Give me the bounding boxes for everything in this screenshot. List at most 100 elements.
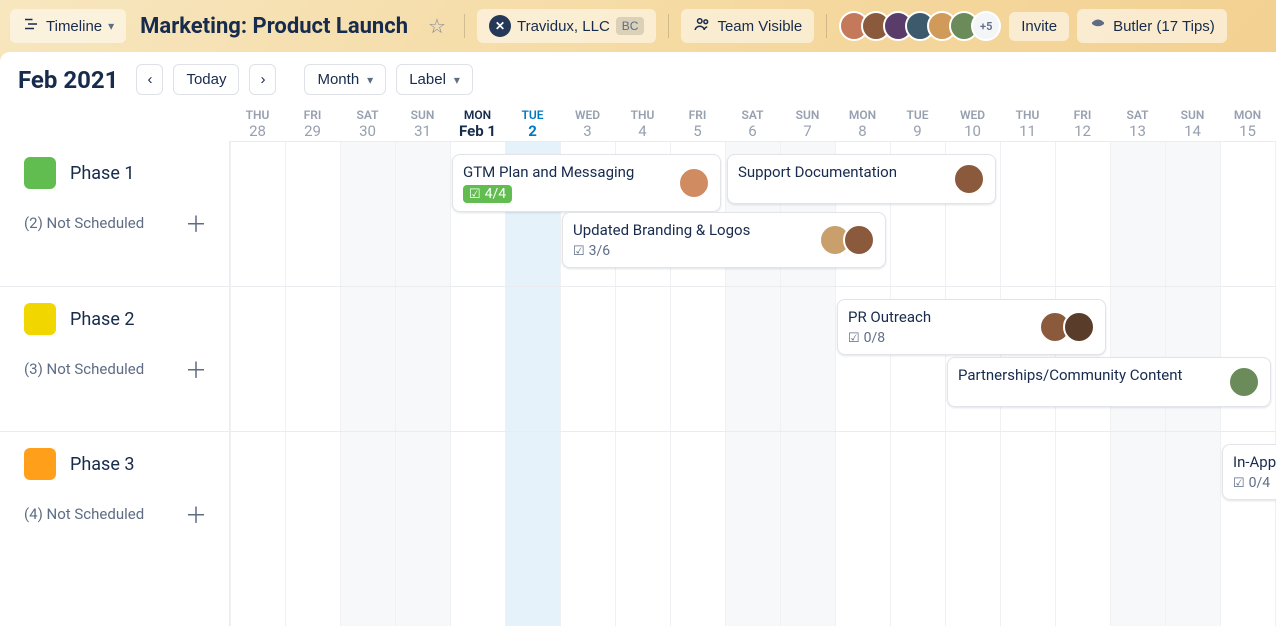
- day-header: SUN31: [395, 105, 450, 141]
- avatar[interactable]: [953, 163, 985, 195]
- chevron-right-icon: ›: [260, 71, 265, 88]
- today-button[interactable]: Today: [173, 64, 239, 95]
- checklist-badge: ☑0/4: [1233, 475, 1270, 491]
- lane-unscheduled[interactable]: (4) Not Scheduled: [24, 505, 144, 523]
- day-header: THU28: [230, 105, 285, 141]
- checklist-icon: ☑: [573, 244, 585, 259]
- divider: [464, 14, 465, 38]
- timeline-card[interactable]: GTM Plan and Messaging ☑4/4: [452, 154, 721, 212]
- avatar[interactable]: [843, 224, 875, 256]
- view-switcher-label: Timeline: [46, 18, 102, 35]
- lane-header: Phase 3(4) Not Scheduled＋: [0, 431, 229, 626]
- checklist-icon: ☑: [469, 187, 481, 202]
- day-header: SAT6: [725, 105, 780, 141]
- chevron-down-icon: ▾: [367, 73, 373, 87]
- view-switcher[interactable]: Timeline ▾: [10, 9, 126, 43]
- butler-button[interactable]: Butler (17 Tips): [1077, 9, 1227, 43]
- day-header: FRI5: [670, 105, 725, 141]
- board-members[interactable]: +5: [839, 11, 1001, 41]
- avatar[interactable]: [1228, 366, 1260, 398]
- lane-unscheduled[interactable]: (3) Not Scheduled: [24, 360, 144, 378]
- add-card-button[interactable]: ＋: [177, 498, 215, 530]
- card-title: Updated Branding & Logos: [573, 221, 811, 239]
- day-header: SAT13: [1110, 105, 1165, 141]
- board-header: Timeline ▾ Marketing: Product Launch ☆ ✕…: [0, 0, 1276, 52]
- day-header: SUN14: [1165, 105, 1220, 141]
- divider: [826, 14, 827, 38]
- checklist-icon: ☑: [848, 331, 860, 346]
- timeline-card[interactable]: Support Documentation: [727, 154, 996, 204]
- visibility-button[interactable]: Team Visible: [681, 9, 814, 43]
- lane-header: Phase 1(2) Not Scheduled＋: [0, 141, 229, 286]
- avatar[interactable]: [678, 167, 710, 199]
- day-header: SUN7: [780, 105, 835, 141]
- checklist-icon: ☑: [1233, 476, 1245, 491]
- card-title: GTM Plan and Messaging: [463, 163, 670, 181]
- chevron-left-icon: ‹: [147, 71, 152, 88]
- lane-color-swatch: [24, 157, 56, 189]
- card-title: PR Outreach: [848, 308, 1031, 326]
- day-header: TUE2: [505, 105, 560, 141]
- board-title[interactable]: Marketing: Product Launch: [134, 14, 414, 39]
- day-header: SAT30: [340, 105, 395, 141]
- checklist-badge: ☑0/8: [848, 330, 885, 346]
- star-icon[interactable]: ☆: [422, 14, 452, 38]
- invite-label: Invite: [1021, 18, 1057, 35]
- workspace-logo-icon: ✕: [489, 15, 511, 37]
- calendar-header: THU28FRI29SAT30SUN31MONFeb 1TUE2WED3THU4…: [0, 105, 1276, 141]
- day-header: WED3: [560, 105, 615, 141]
- checklist-badge: ☑3/6: [573, 243, 610, 259]
- timeline-icon: [22, 15, 40, 37]
- lane-unscheduled[interactable]: (2) Not Scheduled: [24, 214, 144, 232]
- timeline-grid[interactable]: GTM Plan and Messaging ☑4/4 Support Docume…: [230, 141, 1276, 626]
- team-icon: [693, 15, 711, 37]
- invite-button[interactable]: Invite: [1009, 12, 1069, 41]
- card-members: [678, 167, 710, 199]
- timeline-lane: GTM Plan and Messaging ☑4/4 Support Docume…: [230, 141, 1276, 286]
- day-header: MON8: [835, 105, 890, 141]
- day-header: WED10: [945, 105, 1000, 141]
- chevron-down-icon: ▾: [108, 19, 114, 33]
- group-select[interactable]: Label ▾: [396, 64, 473, 95]
- add-card-button[interactable]: ＋: [177, 353, 215, 385]
- next-button[interactable]: ›: [249, 64, 276, 95]
- divider: [668, 14, 669, 38]
- workspace-name: Travidux, LLC: [517, 18, 610, 35]
- card-members: [1228, 366, 1260, 398]
- card-members: [953, 163, 985, 195]
- timeline-card[interactable]: Updated Branding & Logos ☑3/6: [562, 212, 886, 268]
- chevron-down-icon: ▾: [454, 73, 460, 87]
- card-title: Partnerships/Community Content: [958, 366, 1220, 384]
- member-overflow[interactable]: +5: [971, 11, 1001, 41]
- timeline-card[interactable]: Partnerships/Community Content: [947, 357, 1271, 407]
- day-header: MONFeb 1: [450, 105, 505, 141]
- day-header: TUE9: [890, 105, 945, 141]
- timeline-lane: In-App Announcement☑0/4Upload Tutorial V…: [230, 431, 1276, 626]
- avatar[interactable]: [1063, 311, 1095, 343]
- day-header: FRI29: [285, 105, 340, 141]
- add-card-button[interactable]: ＋: [177, 207, 215, 239]
- card-members: [1039, 311, 1095, 343]
- timeline-card[interactable]: In-App Announcement☑0/4: [1222, 444, 1276, 500]
- timeline-body: Phase 1(2) Not Scheduled＋Phase 2(3) Not …: [0, 141, 1276, 626]
- timeline-toolbar: Feb 2021 ‹ Today › Month ▾ Label ▾: [0, 52, 1276, 105]
- card-title: Support Documentation: [738, 163, 945, 181]
- prev-button[interactable]: ‹: [136, 64, 163, 95]
- butler-label: Butler (17 Tips): [1113, 18, 1215, 35]
- timeline-panel: Feb 2021 ‹ Today › Month ▾ Label ▾ THU28…: [0, 52, 1276, 626]
- butler-icon: [1089, 15, 1107, 37]
- scale-select[interactable]: Month ▾: [304, 64, 386, 95]
- lane-title: Phase 2: [70, 309, 134, 330]
- lane-header: Phase 2 (3) Not Scheduled ＋: [0, 286, 229, 431]
- visibility-label: Team Visible: [717, 18, 802, 35]
- checklist-badge: ☑4/4: [463, 185, 512, 203]
- today-label: Today: [186, 71, 226, 88]
- workspace-plan-badge: BC: [616, 17, 645, 35]
- day-header: THU11: [1000, 105, 1055, 141]
- lane-color-swatch: [24, 448, 56, 480]
- group-label: Label: [409, 71, 446, 88]
- workspace-button[interactable]: ✕ Travidux, LLC BC: [477, 9, 656, 43]
- day-header: FRI12: [1055, 105, 1110, 141]
- day-header: THU4: [615, 105, 670, 141]
- timeline-card[interactable]: PR Outreach ☑0/8: [837, 299, 1106, 355]
